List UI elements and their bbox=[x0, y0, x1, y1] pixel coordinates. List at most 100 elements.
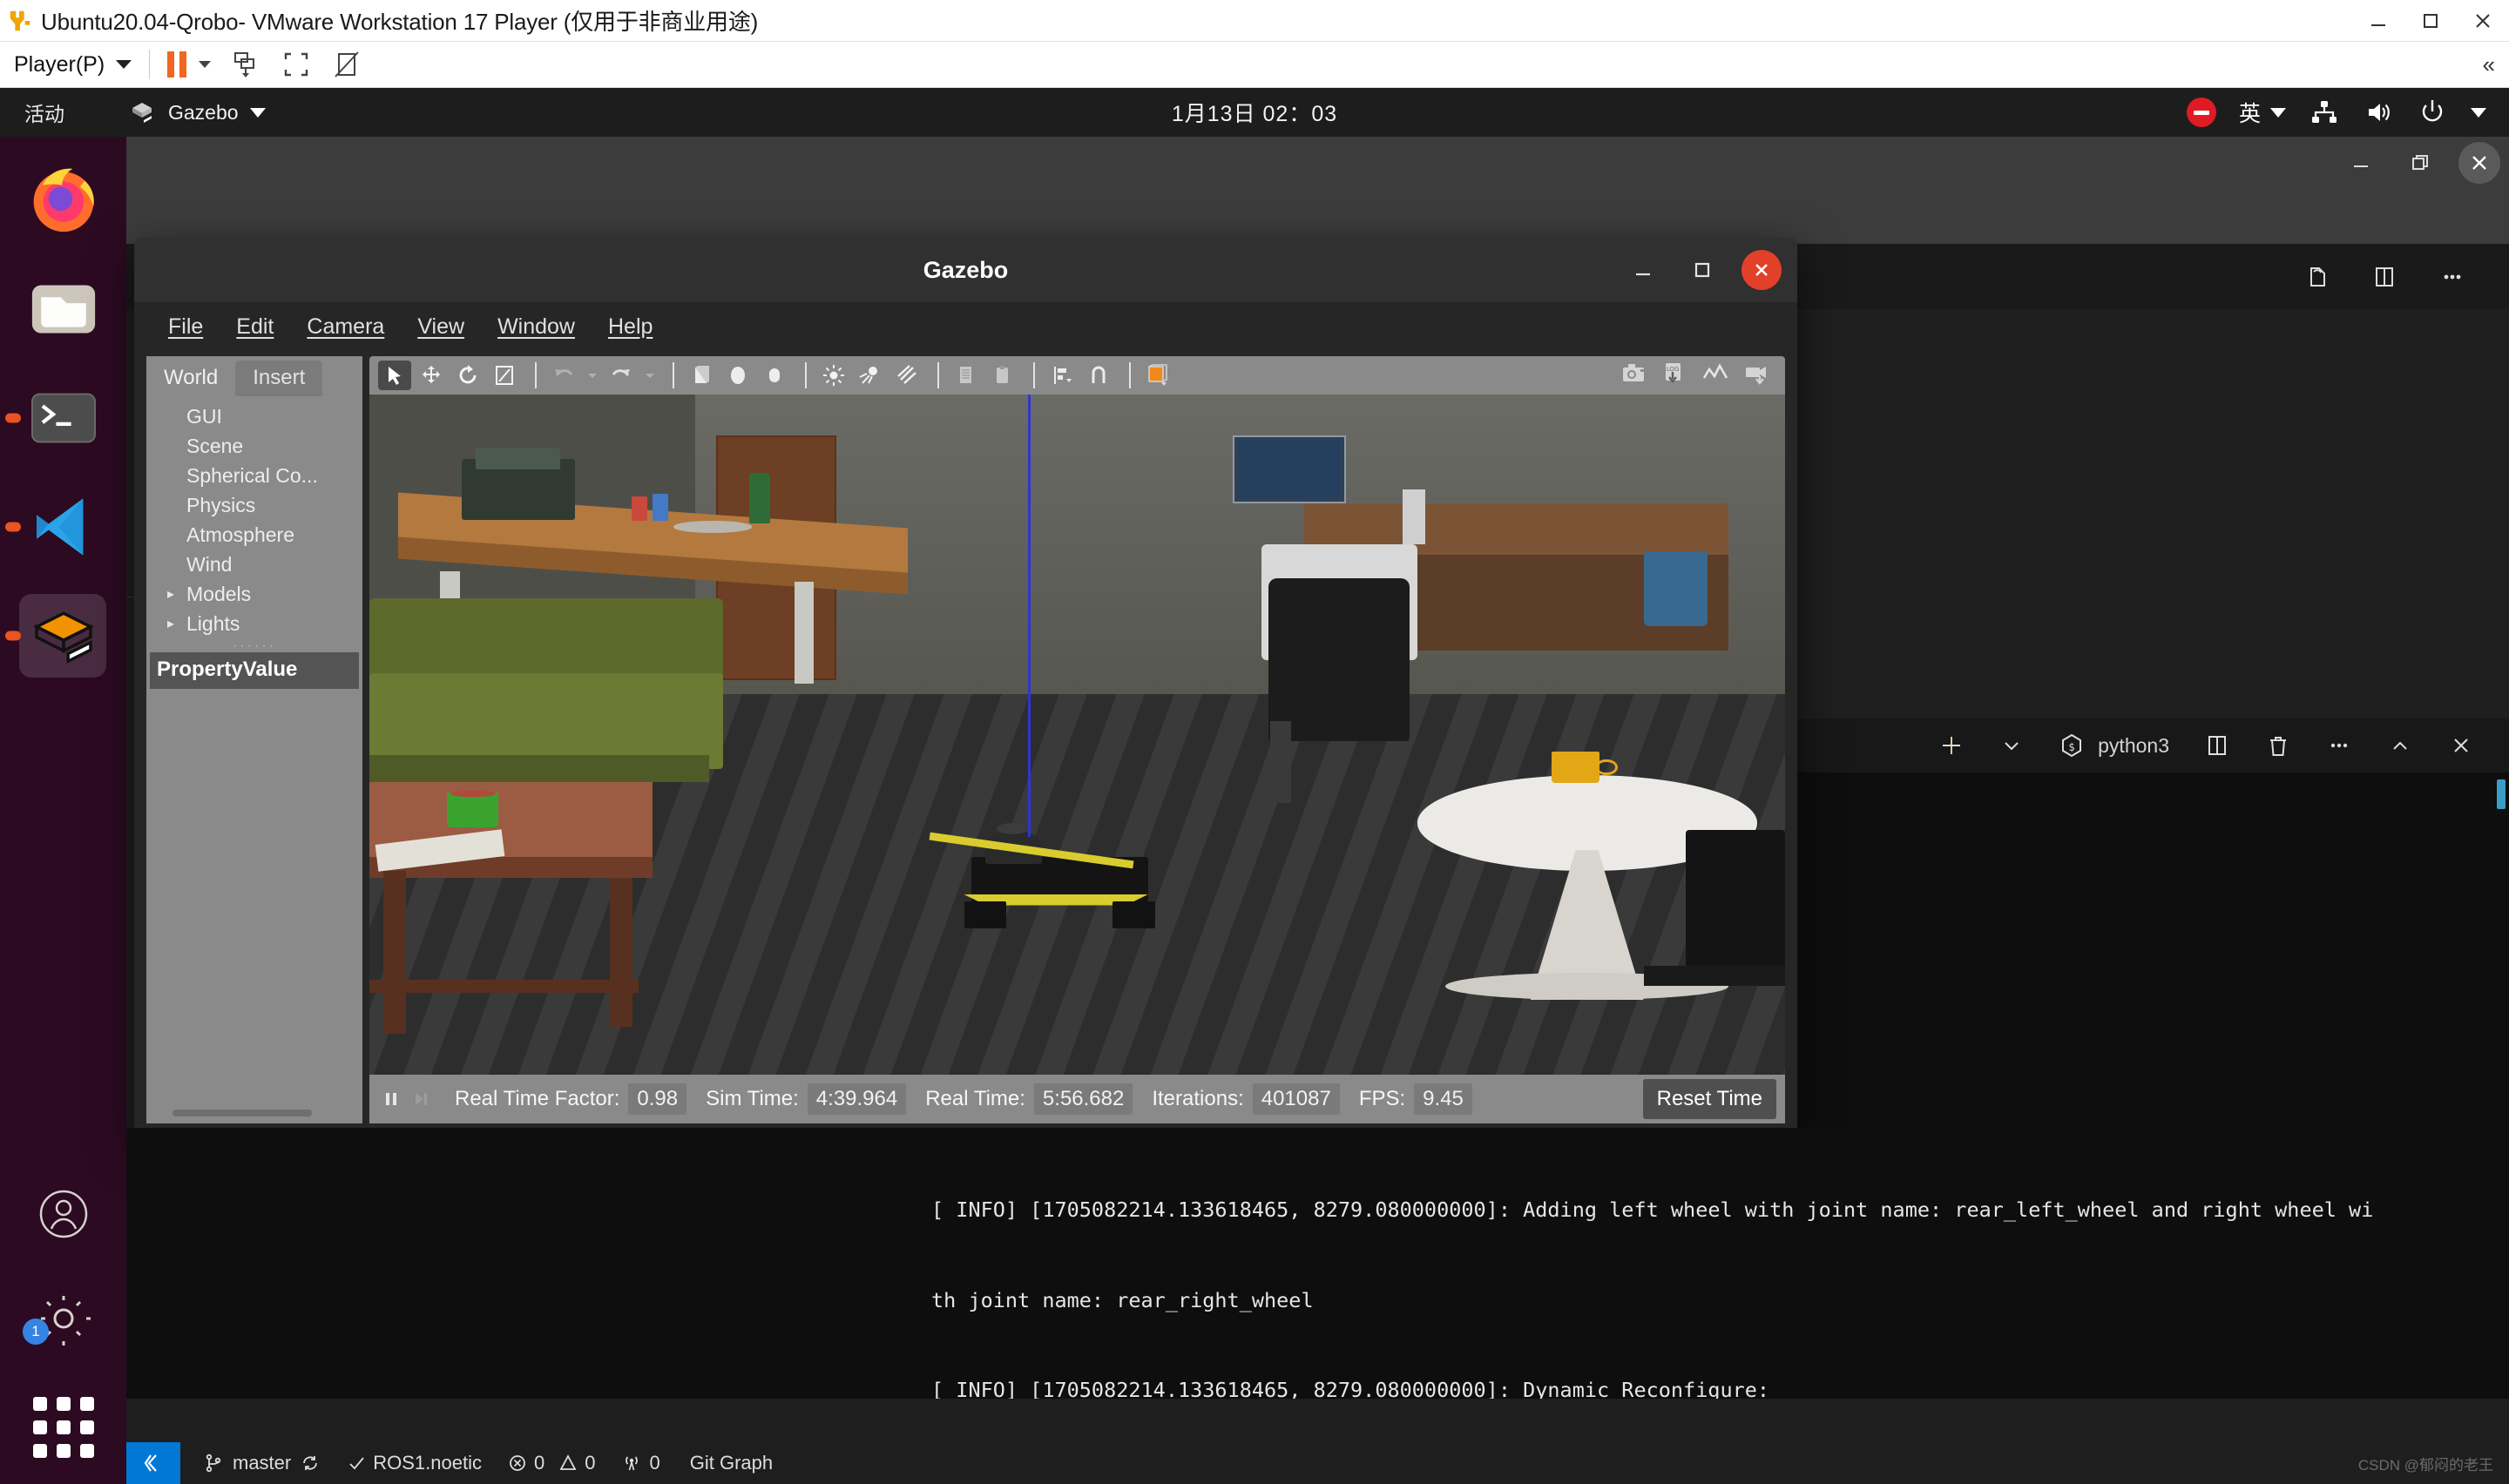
statusbar-warnings-count: 0 bbox=[585, 1452, 596, 1474]
video-record-icon[interactable] bbox=[1743, 362, 1771, 389]
unity-mode-icon[interactable] bbox=[331, 49, 362, 80]
dock-item-terminal[interactable] bbox=[0, 363, 126, 472]
split-editor-icon[interactable] bbox=[2370, 262, 2399, 292]
terminal-output-lower[interactable]: [ INFO] [1705082214.133618465, 8279.0800… bbox=[126, 1128, 2509, 1399]
show-applications-button[interactable] bbox=[0, 1371, 126, 1484]
tab-insert[interactable]: Insert bbox=[235, 361, 323, 396]
panel-splitter-handle[interactable]: ······ bbox=[146, 638, 362, 653]
vmware-titlebar: Ubuntu20.04-Qrobo- VMware Workstation 17… bbox=[0, 0, 2509, 42]
gazebo-panel-tabs: World Insert bbox=[146, 356, 362, 396]
clock[interactable]: 1月13日 02：03 bbox=[0, 97, 2509, 128]
chevron-right-icon[interactable]: ▸ bbox=[167, 615, 186, 632]
tab-world[interactable]: World bbox=[146, 361, 236, 396]
close-icon[interactable] bbox=[2448, 732, 2474, 759]
tree-item-models[interactable]: ▸ Models bbox=[146, 579, 362, 609]
vscode-close-button[interactable] bbox=[2450, 137, 2509, 189]
paste-icon[interactable] bbox=[986, 361, 1019, 390]
stat-label: Real Time: bbox=[925, 1087, 1025, 1110]
chevron-down-icon[interactable] bbox=[116, 60, 132, 69]
pause-dropdown-chevron-down-icon[interactable] bbox=[199, 61, 212, 68]
chevron-up-icon[interactable] bbox=[2387, 732, 2413, 759]
translate-mode-icon[interactable] bbox=[415, 361, 448, 390]
rotate-mode-icon[interactable] bbox=[451, 361, 484, 390]
tree-item-spherical-coordinates[interactable]: Spherical Co... bbox=[146, 461, 362, 490]
dock-item-user[interactable] bbox=[0, 1162, 126, 1266]
copy-icon[interactable] bbox=[950, 361, 983, 390]
terminal-tab-python3[interactable]: $ python3 bbox=[2058, 732, 2169, 759]
chevron-down-icon[interactable] bbox=[2000, 734, 2023, 757]
statusbar-ros-version[interactable]: ROS1.noetic bbox=[347, 1452, 482, 1474]
toolbar-divider bbox=[937, 362, 939, 388]
send-keys-icon[interactable] bbox=[230, 49, 261, 80]
vmware-maximize-button[interactable] bbox=[2404, 0, 2457, 42]
spot-light-icon[interactable] bbox=[854, 361, 887, 390]
player-menu-button[interactable]: Player(P) bbox=[14, 52, 105, 78]
undo-icon[interactable] bbox=[547, 361, 580, 390]
tree-item-scene[interactable]: Scene bbox=[146, 431, 362, 461]
directional-light-icon[interactable] bbox=[890, 361, 923, 390]
insert-box-icon[interactable] bbox=[685, 361, 718, 390]
reset-time-button[interactable]: Reset Time bbox=[1642, 1079, 1776, 1119]
pause-icon[interactable] bbox=[167, 51, 187, 78]
gazebo-close-button[interactable] bbox=[1741, 250, 1782, 290]
screenshot-icon[interactable] bbox=[1621, 361, 1647, 390]
tree-item-wind[interactable]: Wind bbox=[146, 550, 362, 579]
add-terminal-icon[interactable] bbox=[1938, 732, 1965, 759]
redo-icon[interactable] bbox=[605, 361, 638, 390]
panel-horizontal-scrollbar[interactable] bbox=[172, 1110, 312, 1116]
more-actions-icon[interactable] bbox=[2438, 262, 2467, 292]
change-view-icon[interactable] bbox=[1141, 361, 1174, 390]
dock-item-files[interactable] bbox=[0, 254, 126, 363]
insert-cylinder-icon[interactable] bbox=[758, 361, 791, 390]
gazebo-maximize-button[interactable] bbox=[1682, 250, 1722, 290]
chevron-right-icon[interactable]: ▸ bbox=[167, 585, 186, 603]
vscode-titlebar bbox=[126, 137, 2509, 189]
align-icon[interactable] bbox=[1045, 361, 1079, 390]
menu-edit[interactable]: Edit bbox=[220, 314, 290, 340]
menu-view[interactable]: View bbox=[401, 314, 481, 340]
collapse-toolbar-icon[interactable]: « bbox=[2483, 51, 2495, 78]
vscode-restore-button[interactable] bbox=[2391, 137, 2450, 189]
tree-item-gui[interactable]: GUI bbox=[146, 401, 362, 431]
split-terminal-icon[interactable] bbox=[2204, 732, 2230, 759]
menu-help[interactable]: Help bbox=[592, 314, 669, 340]
plot-icon[interactable] bbox=[1701, 362, 1729, 389]
vscode-minimize-button[interactable] bbox=[2331, 137, 2391, 189]
tree-item-label: Physics bbox=[186, 493, 256, 516]
dock-item-gazebo[interactable] bbox=[0, 581, 126, 690]
snap-icon[interactable] bbox=[1082, 361, 1115, 390]
log-record-icon[interactable]: LOG bbox=[1661, 361, 1687, 390]
more-actions-icon[interactable] bbox=[2326, 732, 2352, 759]
pause-icon[interactable] bbox=[376, 1089, 406, 1109]
menu-file-label: File bbox=[168, 314, 204, 339]
stat-label: Real Time Factor: bbox=[455, 1087, 620, 1110]
statusbar-branch[interactable]: master bbox=[203, 1452, 321, 1474]
open-changes-icon[interactable] bbox=[2302, 262, 2331, 292]
trash-icon[interactable] bbox=[2265, 732, 2291, 759]
point-light-icon[interactable] bbox=[817, 361, 850, 390]
statusbar-ports[interactable]: 0 bbox=[621, 1452, 660, 1474]
vmware-close-button[interactable] bbox=[2457, 0, 2509, 42]
undo-dropdown-chevron-down-icon[interactable] bbox=[584, 361, 601, 390]
fullscreen-icon[interactable] bbox=[281, 49, 312, 80]
tree-item-lights[interactable]: ▸ Lights bbox=[146, 609, 362, 638]
menu-camera[interactable]: Camera bbox=[290, 314, 401, 340]
menu-file[interactable]: File bbox=[152, 314, 220, 340]
select-mode-icon[interactable] bbox=[378, 361, 411, 390]
dock-item-settings[interactable]: 1 bbox=[0, 1266, 126, 1371]
statusbar-git-graph[interactable]: Git Graph bbox=[690, 1452, 773, 1474]
menu-window[interactable]: Window bbox=[481, 314, 592, 340]
remote-window-icon[interactable] bbox=[126, 1442, 180, 1484]
tree-item-atmosphere[interactable]: Atmosphere bbox=[146, 520, 362, 550]
gazebo-3d-viewport[interactable] bbox=[369, 395, 1785, 1075]
insert-sphere-icon[interactable] bbox=[721, 361, 754, 390]
redo-dropdown-chevron-down-icon[interactable] bbox=[641, 361, 659, 390]
vmware-minimize-button[interactable] bbox=[2352, 0, 2404, 42]
step-icon[interactable] bbox=[406, 1089, 436, 1109]
scale-mode-icon[interactable] bbox=[488, 361, 521, 390]
gazebo-minimize-button[interactable] bbox=[1623, 250, 1663, 290]
dock-item-vscode[interactable] bbox=[0, 472, 126, 581]
tree-item-physics[interactable]: Physics bbox=[146, 490, 362, 520]
dock-item-firefox[interactable] bbox=[0, 145, 126, 254]
statusbar-problems[interactable]: 0 0 bbox=[508, 1452, 596, 1474]
